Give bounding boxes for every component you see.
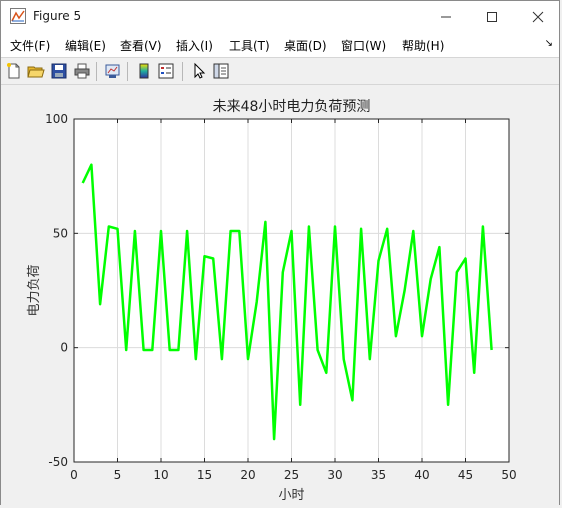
- y-tick-label: 0: [60, 341, 68, 355]
- x-tick-label: 15: [197, 468, 212, 482]
- insert-colorbar-icon[interactable]: [135, 62, 153, 80]
- menu-view[interactable]: 查看(V): [120, 37, 162, 54]
- window-title: Figure 5: [33, 9, 82, 23]
- y-tick-label: 50: [53, 226, 68, 240]
- menu-overflow-arrow-icon[interactable]: ↘: [545, 38, 553, 49]
- menu-help[interactable]: 帮助(H): [402, 37, 444, 54]
- x-tick-label: 50: [501, 468, 516, 482]
- minimize-icon: [441, 16, 451, 17]
- y-tick-label: 100: [45, 112, 68, 126]
- figure-window: Figure 5 文件(F) 编辑(E) 查看(V) 插入(I) 工具(T) 桌…: [0, 0, 560, 505]
- toolbar-separator: [127, 62, 128, 81]
- new-figure-icon[interactable]: [5, 62, 23, 80]
- menu-edit[interactable]: 编辑(E): [65, 37, 106, 54]
- figure-canvas: 0 5 10 15 20 25 30 35 40 45 50 -50 0 50 100 未来48小时电力负荷…: [1, 85, 559, 505]
- x-tick-label: 20: [240, 468, 255, 482]
- toolbar-separator: [182, 62, 183, 81]
- toolbar-separator: [96, 62, 97, 81]
- toolbar: [1, 57, 559, 85]
- close-button[interactable]: [515, 1, 561, 32]
- link-plot-icon[interactable]: [104, 62, 122, 80]
- title-bar: Figure 5: [1, 1, 559, 32]
- menu-bar: 文件(F) 编辑(E) 查看(V) 插入(I) 工具(T) 桌面(D) 窗口(W…: [1, 32, 559, 57]
- close-icon: [532, 11, 544, 22]
- x-tick-label: 25: [284, 468, 299, 482]
- x-tick-label: 45: [458, 468, 473, 482]
- x-tick-label: 5: [114, 468, 122, 482]
- chart: 0 5 10 15 20 25 30 35 40 45 50-50050100 未来48小时电力负荷…: [27, 99, 517, 503]
- print-icon[interactable]: [73, 62, 91, 80]
- y-tick-label: -50: [48, 455, 68, 469]
- menu-window[interactable]: 窗口(W): [341, 37, 386, 54]
- pointer-icon[interactable]: [190, 62, 208, 80]
- x-tick-label: 40: [414, 468, 429, 482]
- menu-desktop[interactable]: 桌面(D): [284, 37, 327, 54]
- menu-insert[interactable]: 插入(I): [176, 37, 213, 54]
- x-tick-label: 0: [70, 468, 78, 482]
- insert-legend-icon[interactable]: [157, 62, 175, 80]
- x-tick-label: 30: [327, 468, 342, 482]
- chart-title: 未来48小时电力负荷预测: [213, 99, 371, 115]
- open-file-icon[interactable]: [27, 62, 45, 80]
- maximize-icon: [487, 11, 497, 22]
- minimize-button[interactable]: [423, 1, 469, 32]
- property-inspector-icon[interactable]: [212, 62, 230, 80]
- menu-file[interactable]: 文件(F): [10, 37, 50, 54]
- maximize-button[interactable]: [469, 1, 515, 32]
- y-axis-label: 电力负荷: [27, 264, 42, 316]
- x-axis-label: 小时: [278, 488, 304, 503]
- menu-tools[interactable]: 工具(T): [229, 37, 270, 54]
- x-tick-label: 35: [371, 468, 386, 482]
- save-icon[interactable]: [50, 62, 68, 80]
- x-tick-label: 10: [153, 468, 168, 482]
- matlab-figure-icon: [10, 8, 26, 24]
